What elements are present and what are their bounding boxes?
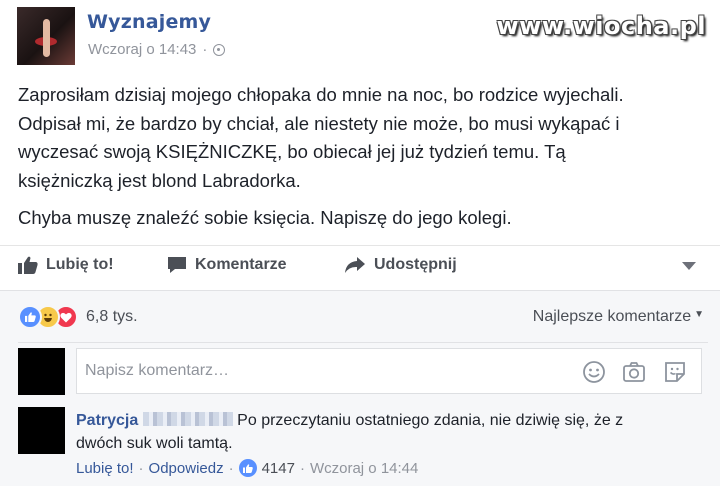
- post-time-text[interactable]: Wczoraj o 14:43: [88, 41, 196, 58]
- time-separator: ·: [202, 41, 208, 58]
- like-icon: [238, 459, 257, 477]
- page-avatar[interactable]: [17, 7, 75, 65]
- caret-down-icon: ▼: [694, 309, 704, 320]
- comment-like-link[interactable]: Lubię to!: [76, 460, 134, 477]
- divider: [18, 342, 708, 343]
- comment-sort-dropdown[interactable]: Najlepsze komentarze ▼: [533, 308, 704, 326]
- emoji-icon[interactable]: [583, 361, 605, 383]
- comments-section: 6,8 tys. Najlepsze komentarze ▼ Napisz ko…: [0, 290, 720, 486]
- commenter-avatar[interactable]: [18, 407, 65, 454]
- comment-time[interactable]: Wczoraj o 14:44: [310, 460, 418, 477]
- thumbs-up-icon: [18, 256, 38, 274]
- comment-text-line: Po przeczytaniu ostatniego zdania, nie d…: [237, 412, 624, 429]
- comment-author[interactable]: Patrycja: [76, 412, 138, 429]
- comment-icon: [168, 257, 186, 273]
- globe-icon: [213, 43, 226, 56]
- comment-input[interactable]: Napisz komentarz…: [76, 348, 702, 394]
- comment-like-count[interactable]: 4147: [262, 460, 295, 477]
- post-paragraph-2: Chyba muszę znaleźć sobie księcia. Napis…: [18, 207, 512, 228]
- post-line: księżniczką jest blond Labradorka.: [18, 169, 301, 191]
- like-button[interactable]: Lubię to!: [18, 256, 114, 274]
- meta-separator: ·: [138, 459, 144, 477]
- page-name[interactable]: Wyznajemy: [87, 11, 211, 33]
- chevron-down-icon[interactable]: [682, 262, 696, 270]
- comment-input-placeholder: Napisz komentarz…: [85, 362, 230, 379]
- reaction-count: 6,8 tys.: [86, 308, 138, 325]
- comment-sort-label: Najlepsze komentarze: [532, 308, 692, 325]
- comment-button-label: Komentarze: [195, 256, 287, 273]
- comment-reply-link[interactable]: Odpowiedz: [149, 460, 224, 477]
- current-user-avatar[interactable]: [18, 348, 65, 395]
- share-button-label: Udostępnij: [374, 256, 457, 273]
- blurred-surname: [142, 412, 233, 426]
- post-timestamp: Wczoraj o 14:43 ·: [88, 41, 226, 58]
- share-icon: [345, 257, 365, 273]
- like-icon: [18, 305, 42, 329]
- comment-text-line: dwóch suk woli tamtą.: [76, 435, 233, 452]
- post-actions-bar: Lubię to! Komentarze Udostępnij: [0, 245, 720, 288]
- like-button-label: Lubię to!: [46, 256, 114, 273]
- comment-button[interactable]: Komentarze: [167, 256, 287, 274]
- post-line: wyczesać swoją KSIĘŻNICZKĘ, bo obiecał j…: [18, 141, 566, 162]
- meta-separator: ·: [299, 459, 305, 477]
- comment-meta: Lubię to! · Odpowiedz · 4147 · Wczoraj o…: [76, 459, 418, 477]
- camera-icon[interactable]: [623, 361, 645, 383]
- post-line: Odpisał mi, że bardzo by chciał, ale nie…: [18, 112, 620, 134]
- sticker-icon[interactable]: [664, 361, 686, 383]
- share-button[interactable]: Udostępnij: [344, 256, 457, 274]
- post-paragraph-1: Zaprosiłam dzisiaj mojego chłopaka do mn…: [18, 81, 708, 195]
- meta-separator: ·: [228, 459, 234, 477]
- avatar-finger: [43, 19, 50, 57]
- reactions-summary[interactable]: 6,8 tys.: [18, 305, 138, 329]
- post-body: Zaprosiłam dzisiaj mojego chłopaka do mn…: [18, 81, 708, 233]
- comment-body: Patrycja Po przeczytaniu ostatniego zdan…: [76, 409, 696, 455]
- post-header: Wyznajemy Wczoraj o 14:43 · www.wiocha.p…: [0, 0, 720, 72]
- watermark: www.wiocha.pl: [496, 12, 706, 40]
- post-line: Zaprosiłam dzisiaj mojego chłopaka do mn…: [18, 84, 624, 105]
